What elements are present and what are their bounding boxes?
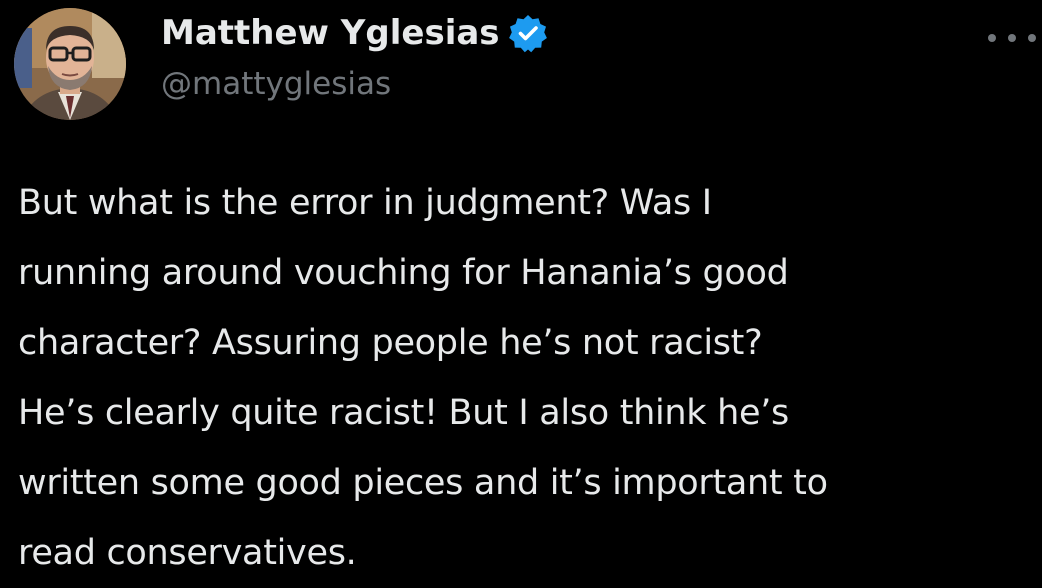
more-dot — [1008, 34, 1016, 42]
tweet-text: But what is the error in judgment? Was I… — [18, 168, 1028, 588]
tweet-text-line: He’s clearly quite racist! But I also th… — [18, 393, 789, 433]
tweet-text-line: written some good pieces and it’s import… — [18, 463, 828, 503]
author-handle[interactable]: @mattyglesias — [161, 66, 391, 102]
author-name-row: Matthew Yglesias — [161, 10, 548, 56]
verified-badge-icon — [508, 13, 548, 53]
display-name[interactable]: Matthew Yglesias — [161, 13, 500, 53]
avatar-image — [14, 8, 126, 120]
tweet-text-line: read conservatives. — [18, 533, 357, 573]
more-dot — [1028, 34, 1036, 42]
tweet-card: Matthew Yglesias @mattyglesias But what … — [0, 0, 1042, 584]
tweet-text-line: But what is the error in judgment? Was I — [18, 183, 712, 223]
more-options-icon[interactable] — [988, 28, 1036, 48]
tweet-text-line: running around vouching for Hanania’s go… — [18, 253, 789, 293]
tweet-text-line: character? Assuring people he’s not raci… — [18, 323, 763, 363]
avatar[interactable] — [14, 8, 126, 120]
more-dot — [988, 34, 996, 42]
